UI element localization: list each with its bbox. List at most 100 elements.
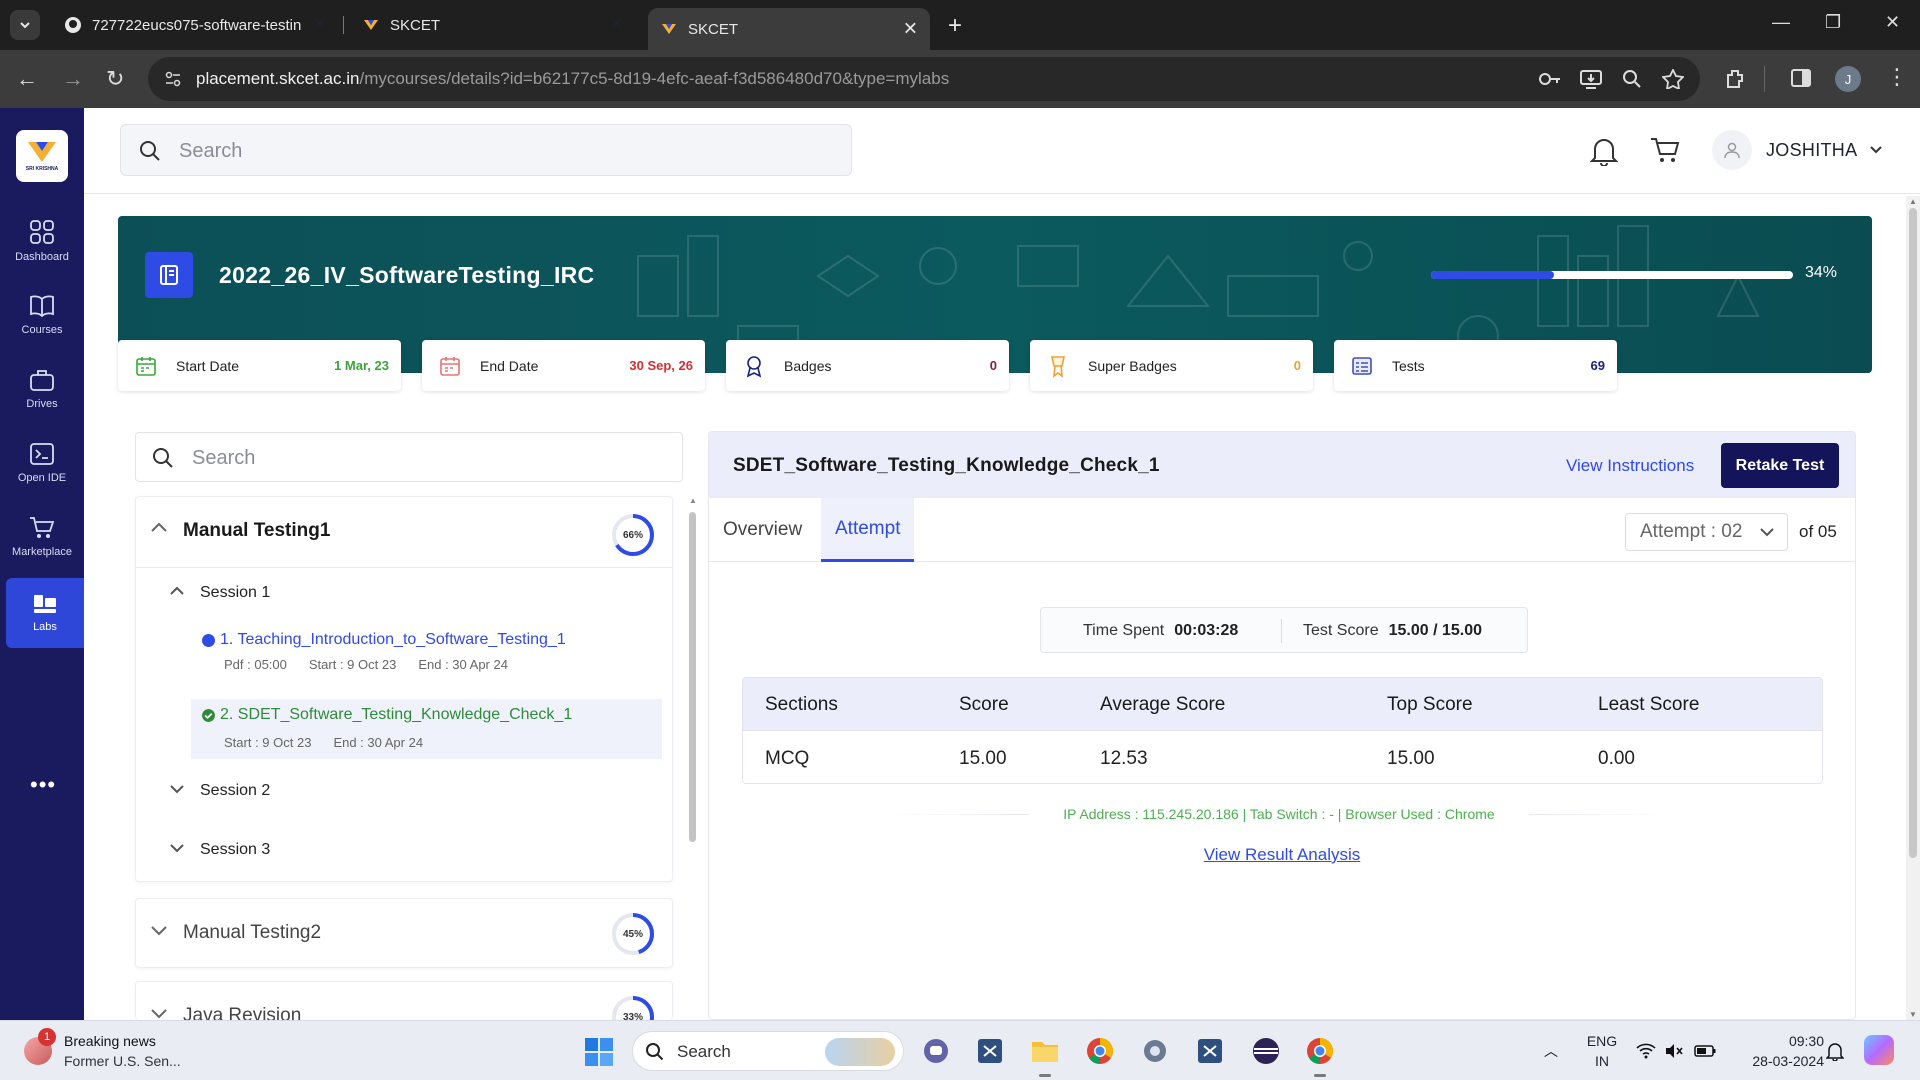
install-app-icon[interactable]: [1580, 69, 1602, 89]
file-explorer-icon[interactable]: [1027, 1033, 1063, 1077]
vscode-icon-2[interactable]: [1192, 1033, 1228, 1069]
side-panel-icon[interactable]: [1790, 67, 1812, 89]
sidebar-item-marketplace[interactable]: Marketplace: [0, 502, 84, 572]
user-icon: [1724, 142, 1740, 159]
extensions-icon[interactable]: [1724, 67, 1748, 91]
scrollbar-thumb[interactable]: [1909, 208, 1917, 858]
lab-meta-item: Pdf : 05:00: [224, 657, 287, 672]
user-menu[interactable]: JOSHITHA: [1712, 130, 1883, 170]
view-result-analysis-text[interactable]: View Result Analysis: [1204, 845, 1361, 864]
url-path: /mycourses/details?id=b62177c5-8d19-4efc…: [359, 69, 950, 88]
module-header[interactable]: Manual Testing1 66%: [136, 497, 672, 567]
news-subtitle: Former U.S. Sen...: [64, 1053, 181, 1069]
input-language[interactable]: ENG IN: [1582, 1031, 1622, 1071]
module-progress-label: 33%: [622, 1011, 643, 1021]
battery-icon[interactable]: [1694, 1045, 1716, 1057]
chevron-down-icon: [1870, 146, 1883, 154]
volume-muted-icon[interactable]: [1664, 1043, 1684, 1059]
chevron-down-icon: [1760, 528, 1774, 537]
copilot-icon[interactable]: [1864, 1035, 1894, 1065]
table-cell: 0.00: [1598, 748, 1635, 769]
chrome-profile-icon[interactable]: [1302, 1033, 1338, 1077]
restore-icon[interactable]: ❐: [1825, 12, 1841, 33]
close-window-icon[interactable]: ✕: [1885, 12, 1900, 33]
back-icon[interactable]: ←: [16, 66, 38, 92]
tab-title: 727722eucs075-software-testin: [92, 16, 302, 34]
notification-bell-icon[interactable]: [1826, 1041, 1844, 1061]
logo-text: SRI KRISHNA: [25, 166, 59, 172]
stat-tests: Tests 69: [1334, 340, 1617, 391]
lab-search-input[interactable]: [192, 444, 652, 472]
forward-icon[interactable]: →: [62, 66, 84, 92]
taskbar-search[interactable]: Search: [632, 1031, 904, 1071]
news-widget[interactable]: 1 Breaking news Former U.S. Sen...: [24, 1028, 181, 1071]
scrollbar-thumb[interactable]: [689, 512, 696, 842]
attempt-dropdown[interactable]: Attempt : 02: [1625, 513, 1788, 551]
module-java-revision[interactable]: Java Revision 33%: [135, 981, 673, 1020]
session-1[interactable]: Session 1: [136, 579, 672, 609]
windows-start-icon[interactable]: [584, 1037, 614, 1067]
cart-icon: [30, 517, 55, 538]
stat-value: 0: [989, 358, 997, 373]
stat-end-date: End Date 30 Sep, 26: [422, 340, 705, 391]
module-header[interactable]: Manual Testing2 45%: [136, 899, 672, 969]
session-2[interactable]: Session 2: [136, 777, 672, 807]
page-scrollbar[interactable]: ▲ ▼: [1906, 196, 1920, 1020]
module-header[interactable]: Java Revision 33%: [136, 982, 672, 1020]
vscode-icon[interactable]: [972, 1033, 1008, 1069]
settings-gear-icon[interactable]: [1137, 1033, 1173, 1069]
lab-search[interactable]: [135, 432, 683, 482]
tray-expand-icon[interactable]: ︿: [1544, 1041, 1558, 1061]
address-bar[interactable]: placement.skcet.ac.in/mycourses/details?…: [148, 57, 1700, 101]
lab-item[interactable]: 1. Teaching_Introduction_to_Software_Tes…: [191, 627, 662, 679]
sidebar-item-drives[interactable]: Drives: [0, 354, 84, 424]
minimize-icon[interactable]: —: [1772, 12, 1790, 33]
browser-tab-1[interactable]: 727722eucs075-software-testin: [52, 8, 314, 42]
bell-icon[interactable]: [1590, 136, 1618, 166]
shopping-cart-icon[interactable]: [1650, 136, 1680, 164]
sidebar-item-courses[interactable]: Courses: [0, 280, 84, 350]
sidebar-item-label: Labs: [33, 621, 57, 633]
global-search[interactable]: [120, 124, 852, 176]
table-header: Sections Score Average Score Top Score L…: [743, 678, 1822, 730]
view-instructions-link[interactable]: View Instructions: [1566, 456, 1694, 476]
browser-tab-3[interactable]: SKCET ✕: [648, 8, 930, 50]
session-3[interactable]: Session 3: [136, 836, 672, 866]
global-search-input[interactable]: [179, 137, 779, 165]
eclipse-icon[interactable]: [1248, 1033, 1284, 1069]
reload-icon[interactable]: ↻: [106, 66, 124, 92]
close-tab-icon[interactable]: ✕: [903, 19, 918, 40]
zoom-icon[interactable]: [1622, 69, 1642, 89]
bookmark-star-icon[interactable]: [1662, 69, 1684, 89]
sidebar-item-open-ide[interactable]: Open IDE: [0, 428, 84, 498]
password-key-icon[interactable]: [1538, 69, 1562, 89]
sidebar-item-labs[interactable]: Labs: [6, 578, 84, 648]
wifi-icon[interactable]: [1636, 1043, 1656, 1059]
site-settings-icon[interactable]: [164, 70, 182, 88]
sidebar-item-dashboard[interactable]: Dashboard: [0, 206, 84, 276]
tab-search-button[interactable]: [10, 10, 40, 40]
module-list-scrollbar[interactable]: ▲: [686, 496, 698, 1020]
module-title: Manual Testing2: [183, 922, 322, 943]
system-clock[interactable]: 09:30 28-03-2024: [1734, 1031, 1824, 1071]
browser-menu-icon[interactable]: ⋮: [1886, 64, 1908, 90]
more-menu-icon[interactable]: •••: [30, 772, 56, 798]
close-tab-icon[interactable]: ✕: [313, 14, 326, 34]
calendar-icon: [134, 354, 158, 378]
retake-test-button[interactable]: Retake Test: [1721, 443, 1839, 488]
module-manual-testing-2[interactable]: Manual Testing2 45%: [135, 898, 673, 968]
search-icon: [646, 1043, 664, 1061]
app-sidebar: SRI KRISHNA Dashboard Courses Drives Ope…: [0, 108, 84, 1020]
app-logo[interactable]: SRI KRISHNA: [16, 130, 68, 182]
new-tab-button[interactable]: +: [948, 12, 962, 40]
chrome-app-icon[interactable]: [1082, 1033, 1118, 1069]
table-cell: 12.53: [1100, 748, 1148, 769]
tab-attempt[interactable]: Attempt: [821, 498, 915, 562]
lab-item-active[interactable]: 2. SDET_Software_Testing_Knowledge_Check…: [191, 699, 662, 759]
close-tab-icon[interactable]: ✕: [610, 14, 623, 34]
column-header: Average Score: [1100, 694, 1226, 715]
tab-overview[interactable]: Overview: [709, 498, 816, 562]
teams-chat-icon[interactable]: [918, 1033, 954, 1069]
browser-tab-2[interactable]: SKCET: [350, 8, 612, 42]
browser-profile-avatar[interactable]: J: [1835, 66, 1861, 92]
